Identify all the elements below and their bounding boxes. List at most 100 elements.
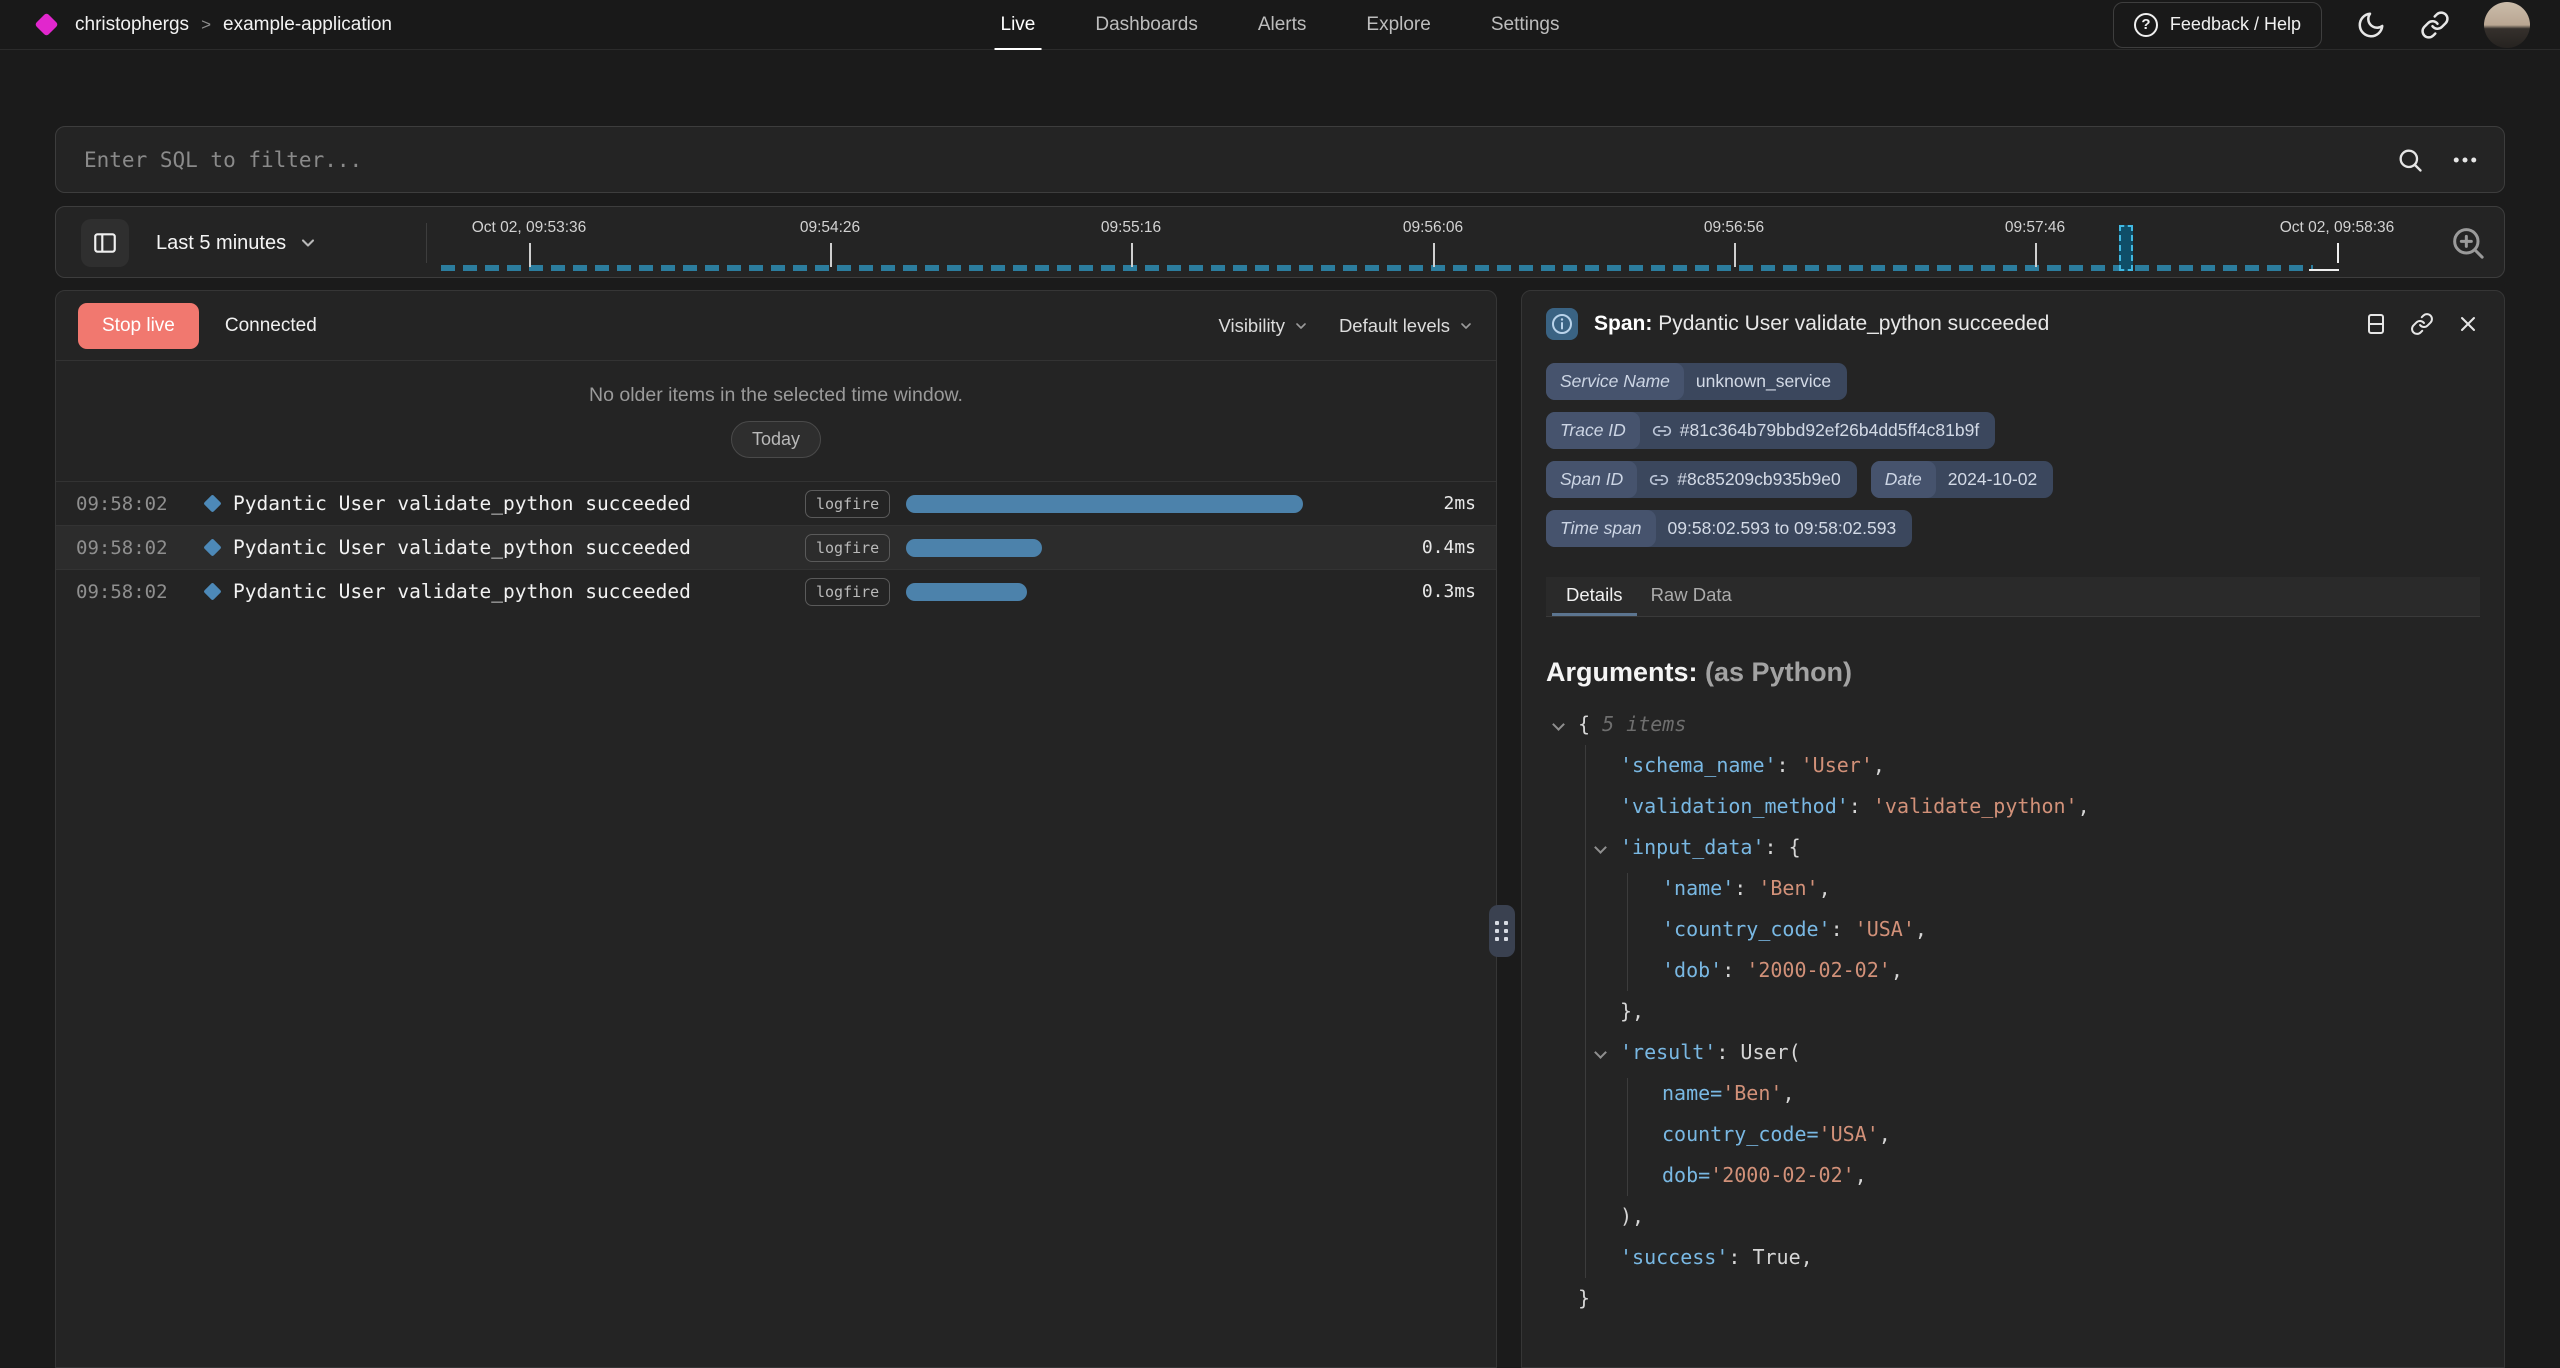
feedback-help-label: Feedback / Help: [2170, 14, 2301, 35]
panel-resize-handle[interactable]: [1489, 905, 1515, 957]
copy-link-icon[interactable]: [2410, 312, 2434, 336]
code-line: dob='2000-02-02',: [1546, 1155, 2480, 1196]
code-token: country_code=: [1662, 1122, 1819, 1146]
code-token: 'input_data': [1620, 835, 1765, 859]
span-row[interactable]: 09:58:02Pydantic User validate_python su…: [56, 481, 1496, 525]
code-token: :: [1722, 958, 1746, 982]
code-token: :: [1849, 794, 1873, 818]
code-token: 'validate_python': [1873, 794, 2078, 818]
code-token: ),: [1620, 1204, 1644, 1228]
timeline-activity-dashes: [441, 265, 2313, 271]
search-icon[interactable]: [2396, 146, 2424, 174]
badge-row: Span ID#8c85209cb935b9e0 Date2024-10-02: [1546, 461, 2480, 498]
default-levels-dropdown[interactable]: Default levels: [1339, 315, 1474, 337]
more-options-icon[interactable]: [2450, 145, 2480, 175]
tab-raw-data[interactable]: Raw Data: [1637, 577, 1746, 616]
code-line: 'success': True,: [1546, 1237, 2480, 1278]
code-token: ,: [1891, 958, 1903, 982]
span-row-tag[interactable]: logfire: [805, 490, 890, 518]
expand-chevron-icon[interactable]: [1552, 718, 1565, 731]
visibility-dropdown[interactable]: Visibility: [1218, 315, 1308, 337]
code-line: 'dob': '2000-02-02',: [1546, 950, 2480, 991]
empty-window-notice: No older items in the selected time wind…: [56, 361, 1496, 481]
code-token: ,: [1879, 1122, 1891, 1146]
logfire-app: christophergs > example-application Live…: [0, 0, 2560, 1368]
span-diamond-icon: [203, 494, 221, 512]
span-metadata-badges: Service Nameunknown_service Trace ID#81c3…: [1522, 357, 2504, 547]
sidebar-toggle-button[interactable]: [81, 219, 129, 267]
timeline-bar: Last 5 minutes Oct 02, 09:53:3609:54:260…: [55, 206, 2505, 278]
timeline-tick-label: 09:54:26: [800, 219, 860, 237]
timeline-tick-mark: [1131, 243, 1133, 267]
code-token: 'USA': [1819, 1122, 1879, 1146]
link-icon: [1649, 470, 1669, 490]
code-token: name=: [1662, 1081, 1722, 1105]
theme-toggle-button[interactable]: [2356, 10, 2386, 40]
breadcrumb: christophergs > example-application: [75, 14, 392, 36]
code-token: 'result': [1620, 1040, 1716, 1064]
code-token: '2000-02-02': [1710, 1163, 1855, 1187]
code-token: :: [1831, 917, 1855, 941]
span-row-time: 09:58:02: [76, 537, 168, 559]
badge-value: unknown_service: [1696, 371, 1831, 392]
empty-window-message: No older items in the selected time wind…: [589, 384, 963, 407]
timeline-separator: [426, 223, 427, 263]
code-token: ,: [1855, 1163, 1867, 1187]
nav-item-dashboards[interactable]: Dashboards: [1095, 0, 1197, 50]
sql-filter-input[interactable]: [56, 148, 2396, 172]
user-avatar[interactable]: [2484, 2, 2530, 48]
expand-chevron-icon[interactable]: [1594, 841, 1607, 854]
share-link-button[interactable]: [2420, 10, 2450, 40]
metadata-badge-span-id[interactable]: Span ID#8c85209cb935b9e0: [1546, 461, 1857, 498]
time-range-dropdown[interactable]: Last 5 minutes: [156, 207, 318, 279]
top-navbar: christophergs > example-application Live…: [0, 0, 2560, 50]
stop-live-button[interactable]: Stop live: [78, 303, 199, 349]
logfire-logo-icon[interactable]: [34, 12, 58, 36]
nav-item-explore[interactable]: Explore: [1366, 0, 1430, 50]
today-button[interactable]: Today: [731, 421, 821, 458]
breadcrumb-project[interactable]: example-application: [223, 14, 392, 36]
span-row[interactable]: 09:58:02Pydantic User validate_python su…: [56, 569, 1496, 613]
code-token: '2000-02-02': [1746, 958, 1891, 982]
main-content: Stop live Connected Visibility Default l…: [0, 290, 2560, 1368]
nav-item-settings[interactable]: Settings: [1491, 0, 1560, 50]
span-row-time: 09:58:02: [76, 493, 168, 515]
tab-details[interactable]: Details: [1552, 577, 1637, 616]
timeline-tick-mark: [1734, 243, 1736, 267]
arguments-heading: Arguments: (as Python): [1546, 657, 2480, 688]
breadcrumb-org[interactable]: christophergs: [75, 14, 189, 36]
span-row-tag[interactable]: logfire: [805, 534, 890, 562]
code-token: }: [1578, 1286, 1590, 1310]
link-icon: [1652, 421, 1672, 441]
nav-item-alerts[interactable]: Alerts: [1258, 0, 1307, 50]
timeline-area[interactable]: Oct 02, 09:53:3609:54:2609:55:1609:56:06…: [441, 207, 2486, 279]
sql-filter-bar: [55, 126, 2505, 193]
info-icon: [1546, 308, 1578, 340]
moon-icon: [2356, 10, 2386, 40]
span-row-message: Pydantic User validate_python succeeded: [233, 580, 805, 603]
badge-label: Time span: [1546, 510, 1656, 547]
metadata-badge-time-span: Time span09:58:02.593 to 09:58:02.593: [1546, 510, 1912, 547]
grip-dots-icon: [1495, 921, 1509, 941]
span-duration-track: [906, 583, 1390, 601]
expand-chevron-icon[interactable]: [1594, 1046, 1607, 1059]
badge-row: Time span09:58:02.593 to 09:58:02.593: [1546, 510, 2480, 547]
badge-row: Trace ID#81c364b79bbd92ef26b4dd5ff4c81b9…: [1546, 412, 2480, 449]
nav-item-live[interactable]: Live: [1001, 0, 1036, 50]
span-row-tag[interactable]: logfire: [805, 578, 890, 606]
close-icon[interactable]: [2456, 312, 2480, 336]
panel-layout-icon[interactable]: [2364, 312, 2388, 336]
feedback-help-button[interactable]: ? Feedback / Help: [2113, 2, 2322, 48]
metadata-badge-trace-id[interactable]: Trace ID#81c364b79bbd92ef26b4dd5ff4c81b9…: [1546, 412, 1995, 449]
code-line: }: [1546, 1278, 2480, 1319]
code-line: name='Ben',: [1546, 1073, 2480, 1114]
live-panel: Stop live Connected Visibility Default l…: [55, 290, 1497, 1368]
timeline-zoom-button[interactable]: [2448, 223, 2488, 263]
question-circle-icon: ?: [2134, 13, 2158, 37]
code-token: True: [1752, 1245, 1800, 1269]
span-diamond-icon: [203, 582, 221, 600]
badge-row: Service Nameunknown_service: [1546, 363, 2480, 400]
metadata-badge-date: Date2024-10-02: [1871, 461, 2054, 498]
span-row[interactable]: 09:58:02Pydantic User validate_python su…: [56, 525, 1496, 569]
timeline-tick-label: 09:56:56: [1704, 219, 1764, 237]
